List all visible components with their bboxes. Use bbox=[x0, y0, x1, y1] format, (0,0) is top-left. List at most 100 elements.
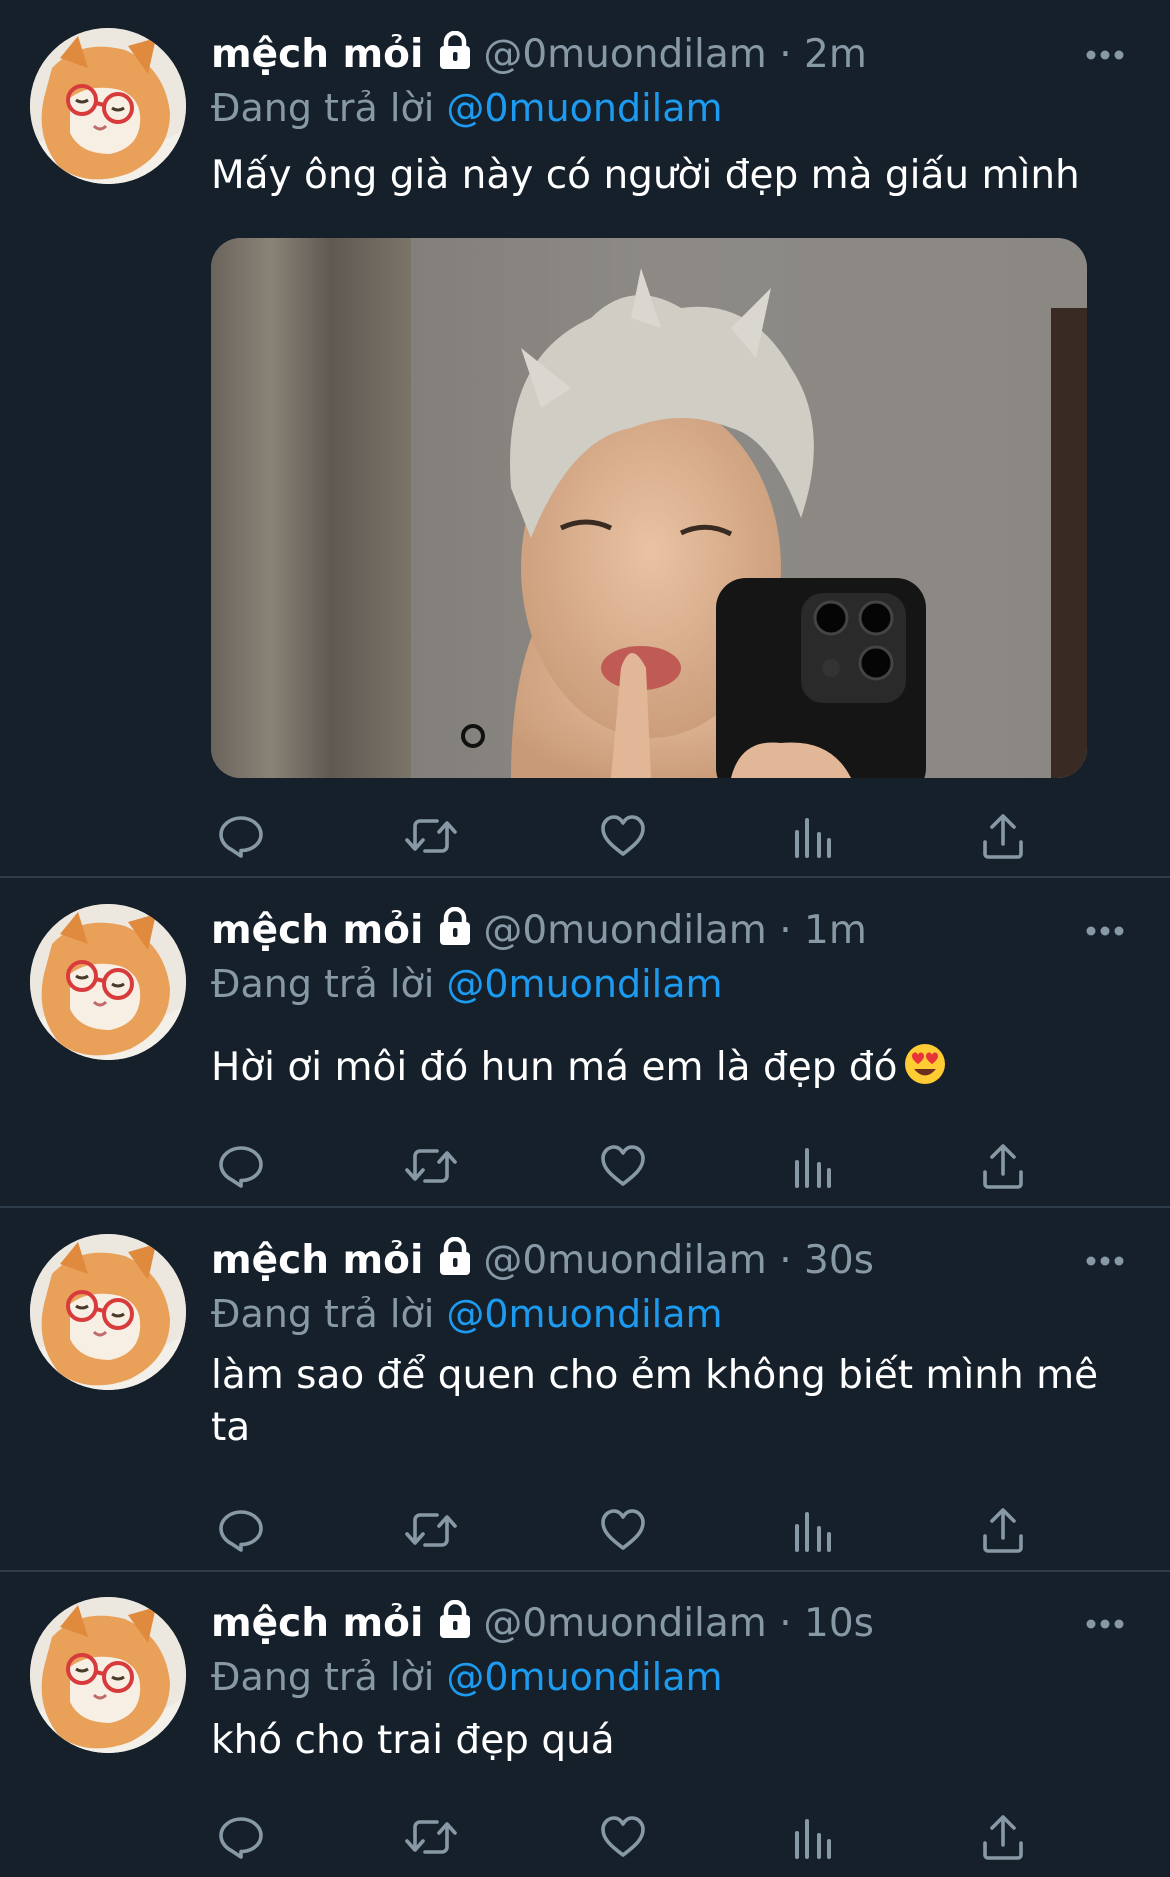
tweet-text: Mấy ông già này có người đẹp mà giấu mìn… bbox=[211, 153, 1080, 198]
handle[interactable]: @0muondilam bbox=[483, 32, 766, 77]
more-options-button[interactable] bbox=[1080, 904, 1130, 958]
tweet-actions bbox=[211, 1807, 1091, 1867]
tweet[interactable]: mệch mỏi @0muondilam · 1m Đang trả lời @0… bbox=[0, 904, 1170, 1204]
tweet-actions bbox=[211, 1500, 1091, 1560]
tweet-actions bbox=[211, 1136, 1091, 1196]
analytics-icon bbox=[789, 1813, 837, 1861]
more-options-button[interactable] bbox=[1080, 28, 1130, 82]
like-button[interactable] bbox=[593, 1500, 653, 1560]
retweet-button[interactable] bbox=[401, 1136, 461, 1196]
tweet-header: mệch mỏi @0muondilam · 30s bbox=[211, 1234, 1130, 1288]
share-button[interactable] bbox=[973, 1500, 1033, 1560]
replying-prefix: Đang trả lời bbox=[211, 1655, 435, 1699]
display-name[interactable]: mệch mỏi bbox=[211, 1601, 423, 1646]
separator-dot: · bbox=[779, 32, 792, 77]
tweet[interactable]: mệch mỏi @0muondilam · 30s Đang trả lời @… bbox=[0, 1234, 1170, 1564]
analytics-button[interactable] bbox=[783, 1136, 843, 1196]
more-options-button[interactable] bbox=[1080, 1234, 1130, 1288]
retweet-button[interactable] bbox=[401, 1807, 461, 1867]
share-button[interactable] bbox=[973, 806, 1033, 866]
retweet-icon bbox=[405, 1813, 457, 1861]
analytics-button[interactable] bbox=[783, 1807, 843, 1867]
tweet-text-row: Hời ơi môi đó hun má em là đẹp đó bbox=[211, 1042, 1130, 1094]
analytics-button[interactable] bbox=[783, 806, 843, 866]
separator-dot: · bbox=[779, 1601, 792, 1646]
reply-button[interactable] bbox=[211, 1136, 271, 1196]
replying-to-line: Đang trả lời @0muondilam bbox=[211, 958, 1130, 1010]
share-icon bbox=[979, 1506, 1027, 1554]
avatar[interactable] bbox=[30, 28, 186, 184]
like-icon bbox=[599, 812, 647, 860]
like-icon bbox=[599, 1813, 647, 1861]
timestamp[interactable]: 2m bbox=[804, 32, 867, 77]
handle[interactable]: @0muondilam bbox=[483, 908, 766, 953]
mention-link[interactable]: @0muondilam bbox=[446, 1655, 722, 1699]
tweet[interactable]: mệch mỏi @0muondilam · 2m Đang trả lời @0… bbox=[0, 28, 1170, 878]
display-name[interactable]: mệch mỏi bbox=[211, 32, 423, 77]
share-button[interactable] bbox=[973, 1136, 1033, 1196]
retweet-icon bbox=[405, 1506, 457, 1554]
like-button[interactable] bbox=[593, 1136, 653, 1196]
share-button[interactable] bbox=[973, 1807, 1033, 1867]
more-options-button[interactable] bbox=[1080, 1597, 1130, 1651]
lock-icon bbox=[437, 1600, 473, 1640]
tweet-header: mệch mỏi @0muondilam · 10s bbox=[211, 1597, 1130, 1651]
replying-prefix: Đang trả lời bbox=[211, 962, 435, 1006]
handle[interactable]: @0muondilam bbox=[483, 1238, 766, 1283]
selfie-photo bbox=[211, 238, 1087, 778]
mention-link[interactable]: @0muondilam bbox=[446, 1292, 722, 1336]
mention-link[interactable]: @0muondilam bbox=[446, 962, 722, 1006]
tweet-header: mệch mỏi @0muondilam · 1m bbox=[211, 904, 1130, 958]
replying-to-line: Đang trả lời @0muondilam bbox=[211, 1288, 1130, 1340]
reply-icon bbox=[217, 1813, 265, 1861]
replying-to-line: Đang trả lời @0muondilam bbox=[211, 1651, 1130, 1703]
avatar[interactable] bbox=[30, 904, 186, 1060]
separator-dot: · bbox=[779, 1238, 792, 1283]
retweet-button[interactable] bbox=[401, 806, 461, 866]
more-icon bbox=[1085, 925, 1125, 937]
like-icon bbox=[599, 1142, 647, 1190]
retweet-button[interactable] bbox=[401, 1500, 461, 1560]
avatar[interactable] bbox=[30, 1597, 186, 1753]
analytics-icon bbox=[789, 1142, 837, 1190]
tweet-media-photo[interactable] bbox=[211, 238, 1087, 778]
display-name[interactable]: mệch mỏi bbox=[211, 1238, 423, 1283]
like-button[interactable] bbox=[593, 1807, 653, 1867]
reply-button[interactable] bbox=[211, 1500, 271, 1560]
lock-icon bbox=[437, 31, 473, 71]
tweet[interactable]: mệch mỏi @0muondilam · 10s Đang trả lời @… bbox=[0, 1597, 1170, 1877]
tweet-text: làm sao để quen cho ẻm không biết mình m… bbox=[211, 1353, 1099, 1450]
avatar[interactable] bbox=[30, 1234, 186, 1390]
display-name[interactable]: mệch mỏi bbox=[211, 908, 423, 953]
timestamp[interactable]: 30s bbox=[804, 1238, 874, 1283]
avatar-cat-image bbox=[30, 1597, 186, 1753]
more-icon bbox=[1085, 1618, 1125, 1630]
replying-to-line: Đang trả lời @0muondilam bbox=[211, 82, 1130, 134]
avatar-cat-image bbox=[30, 28, 186, 184]
divider bbox=[0, 1570, 1170, 1572]
analytics-button[interactable] bbox=[783, 1500, 843, 1560]
timestamp[interactable]: 10s bbox=[804, 1601, 874, 1646]
retweet-icon bbox=[405, 812, 457, 860]
reply-icon bbox=[217, 1506, 265, 1554]
tweet-text: Hời ơi môi đó hun má em là đẹp đó bbox=[211, 1045, 898, 1090]
timestamp[interactable]: 1m bbox=[804, 908, 867, 953]
tweet-header: mệch mỏi @0muondilam · 2m bbox=[211, 28, 1130, 82]
share-icon bbox=[979, 1813, 1027, 1861]
divider bbox=[0, 876, 1170, 878]
more-icon bbox=[1085, 1255, 1125, 1267]
more-icon bbox=[1085, 49, 1125, 61]
handle[interactable]: @0muondilam bbox=[483, 1601, 766, 1646]
reply-button[interactable] bbox=[211, 1807, 271, 1867]
separator-dot: · bbox=[779, 908, 792, 953]
avatar-cat-image bbox=[30, 904, 186, 1060]
reply-icon bbox=[217, 812, 265, 860]
reply-button[interactable] bbox=[211, 806, 271, 866]
mention-link[interactable]: @0muondilam bbox=[446, 86, 722, 130]
share-icon bbox=[979, 812, 1027, 860]
replying-prefix: Đang trả lời bbox=[211, 1292, 435, 1336]
like-button[interactable] bbox=[593, 806, 653, 866]
share-icon bbox=[979, 1142, 1027, 1190]
like-icon bbox=[599, 1506, 647, 1554]
tweet-text: khó cho trai đẹp quá bbox=[211, 1718, 615, 1763]
